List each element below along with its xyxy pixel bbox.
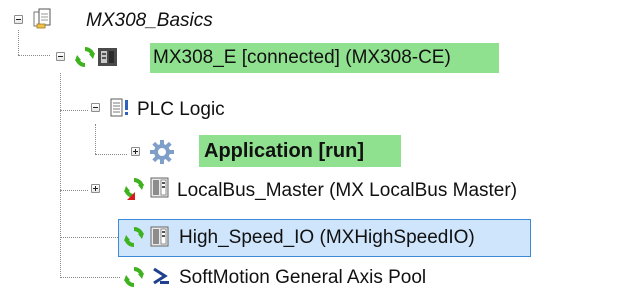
tree-label-project[interactable]: MX308_Basics (86, 11, 213, 31)
tree-connector (60, 190, 88, 191)
tree-label-highspeed-io[interactable]: High_Speed_IO (MXHighSpeedIO) (179, 228, 475, 248)
tree-connector (60, 237, 120, 238)
status-refresh-icon (74, 46, 96, 68)
io-module-icon (149, 176, 171, 200)
collapse-toggle-project[interactable] (14, 15, 23, 24)
expand-toggle-application[interactable] (131, 147, 140, 156)
status-refresh-icon (122, 177, 146, 201)
device-tree: MX308_Basics MX308_E [connected] (MX308-… (0, 0, 630, 288)
io-module-icon (149, 225, 171, 249)
tree-connector (60, 73, 61, 278)
tree-connector (95, 124, 96, 154)
status-refresh-icon (122, 226, 146, 250)
collapse-toggle-device[interactable] (56, 52, 65, 61)
tree-connector (60, 110, 88, 111)
plc-device-icon (96, 45, 120, 69)
tree-label-device[interactable]: MX308_E [connected] (MX308-CE) (153, 48, 451, 68)
application-gear-icon (149, 139, 175, 165)
collapse-toggle-plc-logic[interactable] (91, 103, 100, 112)
tree-label-application[interactable]: Application [run] (204, 141, 364, 161)
tree-label-localbus[interactable]: LocalBus_Master (MX LocalBus Master) (177, 181, 517, 201)
expand-toggle-localbus[interactable] (91, 184, 100, 193)
project-document-icon (32, 8, 54, 30)
tree-label-axis-pool[interactable]: SoftMotion General Axis Pool (179, 268, 426, 288)
tree-connector (18, 55, 50, 56)
axis-pool-icon (151, 266, 171, 286)
tree-connector (60, 277, 120, 278)
tree-label-plc-logic[interactable]: PLC Logic (137, 100, 225, 120)
status-refresh-icon (122, 266, 146, 288)
tree-connector (95, 154, 127, 155)
plc-logic-icon (109, 97, 133, 119)
tree-connector (18, 30, 19, 55)
